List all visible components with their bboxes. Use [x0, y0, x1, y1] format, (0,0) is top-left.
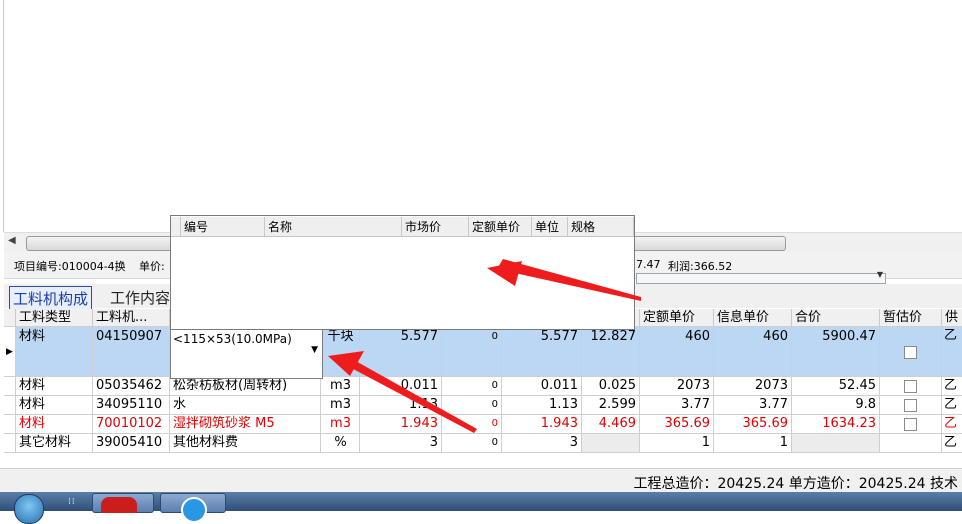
annotation-arrow-upper-head	[487, 261, 522, 286]
annotation-arrow-lower	[340, 355, 477, 433]
annotation-arrows	[328, 259, 641, 433]
